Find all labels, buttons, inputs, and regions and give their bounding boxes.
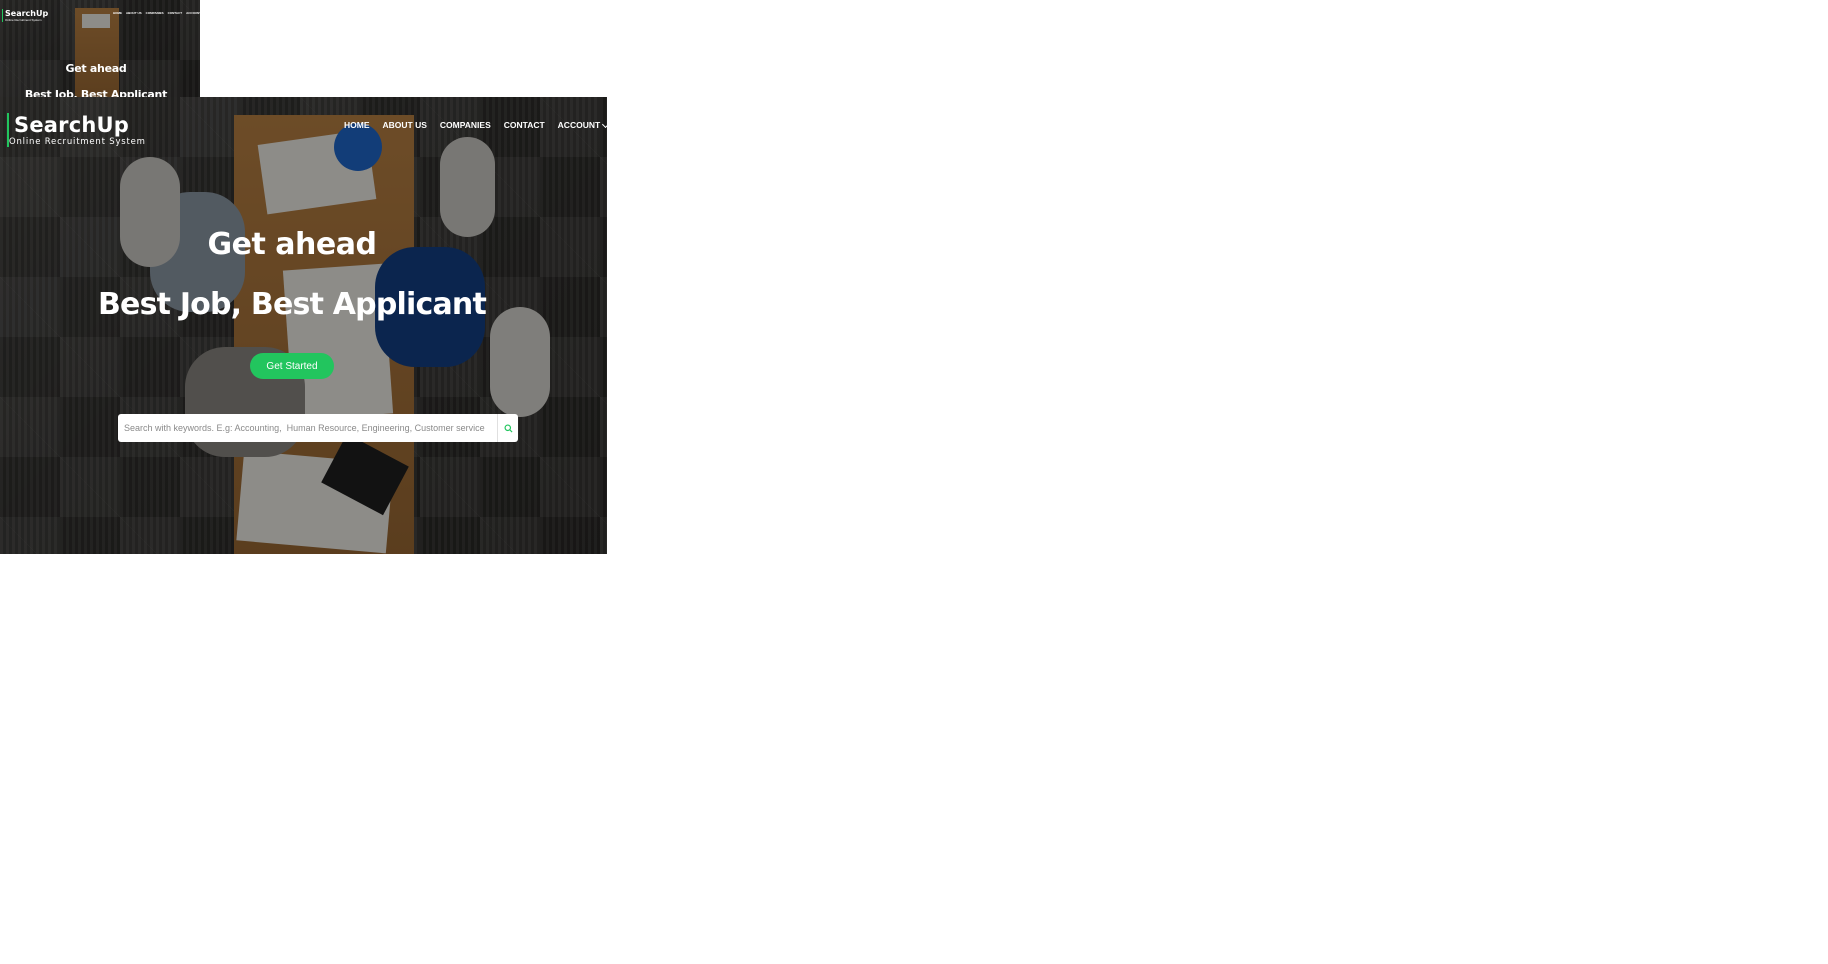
nav-contact[interactable]: CONTACT — [504, 120, 545, 130]
search-input[interactable] — [118, 414, 497, 442]
brand-name: SearchUp — [5, 9, 49, 18]
nav-home[interactable]: HOME — [113, 11, 122, 15]
chevron-down-icon — [602, 120, 607, 128]
thumb-main-nav: HOME ABOUT US COMPANIES CONTACT ACCOUNT — [113, 11, 200, 15]
hero-subheadline: Best Job, Best Applicant — [97, 287, 487, 322]
nav-account[interactable]: ACCOUNT — [186, 11, 200, 15]
nav-companies[interactable]: COMPANIES — [146, 11, 164, 15]
nav-account-label: ACCOUNT — [557, 120, 601, 130]
nav-contact[interactable]: CONTACT — [168, 11, 182, 15]
hero-subheadline: Best Job, Best Applicant — [24, 88, 168, 97]
nav-about-us[interactable]: ABOUT US — [126, 11, 142, 15]
brand-tagline: Online Recruitment System — [9, 137, 146, 147]
search-icon — [503, 423, 513, 433]
brand-name: SearchUp — [14, 113, 129, 137]
hero-section: SearchUp Online Recruitment System HOME … — [0, 97, 607, 554]
nav-about-us[interactable]: ABOUT US — [383, 120, 427, 130]
search-button[interactable] — [497, 414, 518, 442]
hero-headline: Get ahead — [65, 62, 127, 75]
get-started-button[interactable]: Get Started — [250, 353, 334, 379]
brand-tagline: Online Recruitment System — [5, 18, 42, 22]
nav-account[interactable]: ACCOUNT — [558, 120, 607, 130]
logo[interactable]: SearchUp Online Recruitment System — [7, 113, 146, 147]
hero-dark-overlay — [0, 97, 607, 554]
nav-home[interactable]: HOME — [344, 120, 370, 130]
logo[interactable]: SearchUp Online Recruitment System — [2, 9, 48, 22]
hero-headline: Get ahead — [207, 227, 377, 262]
job-search-bar — [118, 414, 518, 442]
main-nav: HOME ABOUT US COMPANIES CONTACT ACCOUNT — [344, 120, 607, 130]
nav-companies[interactable]: COMPANIES — [440, 120, 491, 130]
hero-thumbnail-preview: SearchUp Online Recruitment System HOME … — [0, 0, 200, 97]
